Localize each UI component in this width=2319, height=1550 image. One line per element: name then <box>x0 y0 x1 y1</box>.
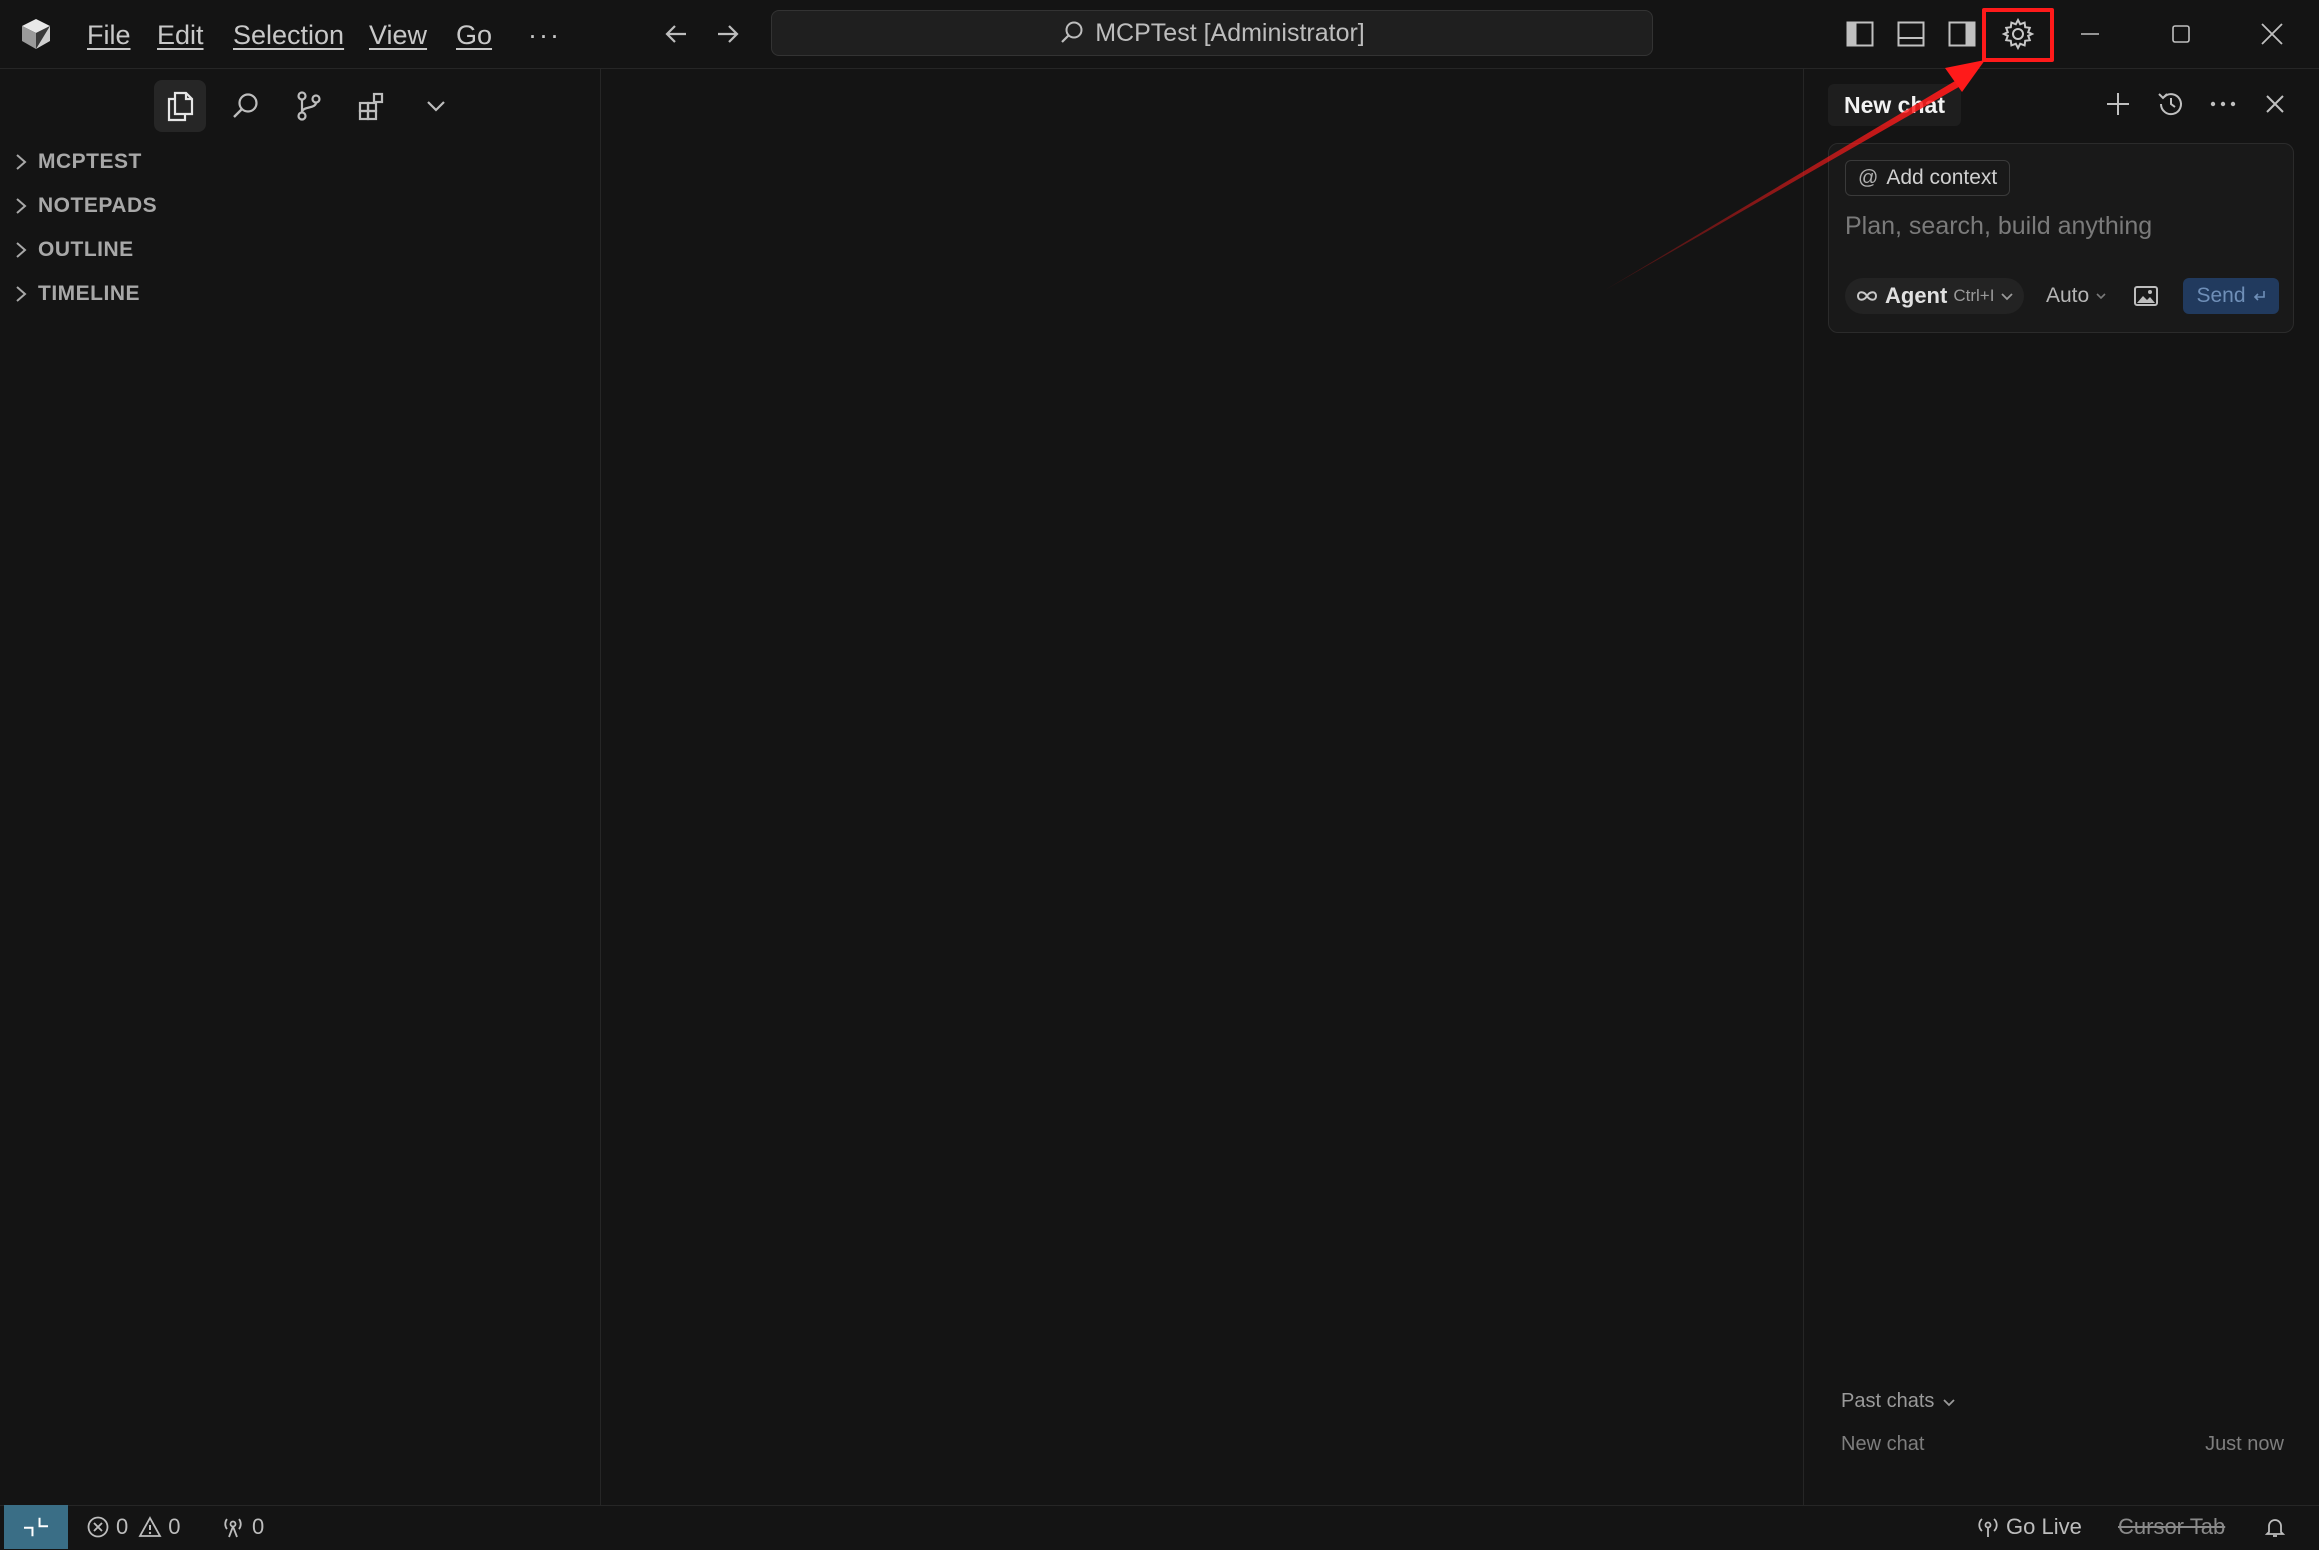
agent-mode-label: Agent <box>1885 283 1948 308</box>
chevron-right-icon <box>14 152 28 172</box>
at-sign-icon: @ <box>1858 166 1879 189</box>
cursor-logo-icon <box>20 18 52 50</box>
cursor-tab-toggle[interactable]: Cursor Tab <box>2118 1512 2225 1542</box>
toggle-secondary-sidebar-icon[interactable] <box>1943 16 1981 52</box>
chat-input-placeholder[interactable]: Plan, search, build anything <box>1845 212 2152 241</box>
ports-count: 0 <box>252 1514 265 1539</box>
source-control-icon[interactable] <box>283 80 335 132</box>
past-chat-time: Just now <box>2205 1433 2284 1455</box>
broadcast-icon <box>220 1515 246 1539</box>
broadcast-icon <box>1976 1515 2000 1539</box>
remote-icon <box>23 1514 49 1540</box>
section-label: OUTLINE <box>38 238 134 261</box>
warning-icon <box>138 1515 162 1539</box>
section-label: TIMELINE <box>38 282 140 305</box>
explorer-files-icon[interactable] <box>154 80 206 132</box>
notifications-bell-icon[interactable] <box>2263 1512 2287 1542</box>
search-box-text: MCPTest [Administrator] <box>1095 18 1365 47</box>
close-window-icon[interactable] <box>2252 16 2292 52</box>
status-bar <box>0 1505 2319 1550</box>
agent-mode-dropdown[interactable]: Agent Ctrl+I <box>1845 278 2025 314</box>
search-activity-icon[interactable] <box>220 80 272 132</box>
cursor-tab-label: Cursor Tab <box>2118 1514 2226 1539</box>
chevron-right-icon <box>14 240 28 260</box>
close-chat-icon[interactable] <box>2257 86 2293 122</box>
chevron-down-icon[interactable] <box>410 80 462 132</box>
maximize-icon[interactable] <box>2161 16 2201 52</box>
toggle-panel-icon[interactable] <box>1892 16 1930 52</box>
problems-indicator[interactable]: 0 0 <box>86 1512 181 1542</box>
menu-view[interactable]: View <box>369 18 427 52</box>
past-chat-item[interactable]: New chat Just now <box>1841 1433 2284 1456</box>
chevron-right-icon <box>14 284 28 304</box>
toggle-primary-sidebar-icon[interactable] <box>1841 16 1879 52</box>
chevron-down-icon <box>1942 1395 1956 1409</box>
send-button[interactable]: Send <box>2183 278 2279 314</box>
agent-mode-shortcut: Ctrl+I <box>1953 286 1995 305</box>
menu-file[interactable]: File <box>87 18 131 52</box>
model-label: Auto <box>2046 284 2090 307</box>
enter-key-icon <box>2252 289 2266 303</box>
add-context-label: Add context <box>1886 166 1998 189</box>
chat-history-icon[interactable] <box>2153 86 2189 122</box>
warning-count: 0 <box>168 1514 181 1539</box>
model-selector[interactable]: Auto <box>2046 278 2107 314</box>
editor-area[interactable] <box>601 69 1802 1505</box>
ports-indicator[interactable]: 0 <box>220 1512 264 1542</box>
section-outline[interactable]: OUTLINE <box>14 232 134 268</box>
menu-selection[interactable]: Selection <box>233 18 344 52</box>
infinity-icon <box>1855 289 1879 303</box>
forward-arrow-icon[interactable] <box>708 16 748 52</box>
section-notepads[interactable]: NOTEPADS <box>14 188 157 224</box>
menu-edit[interactable]: Edit <box>157 18 204 52</box>
go-live-label: Go Live <box>2006 1514 2082 1539</box>
image-upload-icon[interactable] <box>2126 278 2166 314</box>
past-chats-label: Past chats <box>1841 1390 1935 1412</box>
section-mcptest[interactable]: MCPTEST <box>14 144 142 180</box>
send-label: Send <box>2196 284 2246 307</box>
section-label: MCPTEST <box>38 150 142 173</box>
add-context-button[interactable]: @ Add context <box>1845 160 2011 196</box>
extensions-icon[interactable] <box>346 80 398 132</box>
settings-highlight-box <box>1982 8 2054 62</box>
chevron-down-icon <box>2095 290 2107 302</box>
more-options-icon[interactable] <box>2205 86 2241 122</box>
section-timeline[interactable]: TIMELINE <box>14 276 140 312</box>
chevron-down-icon <box>2000 289 2014 303</box>
chat-tab-title[interactable]: New chat <box>1828 84 1961 126</box>
search-icon <box>1059 20 1085 46</box>
minimize-icon[interactable] <box>2070 16 2110 52</box>
past-chats-toggle[interactable]: Past chats <box>1841 1390 1956 1413</box>
command-center-search[interactable]: MCPTest [Administrator] <box>771 10 1653 56</box>
back-arrow-icon[interactable] <box>656 16 696 52</box>
past-chat-title: New chat <box>1841 1433 1925 1455</box>
chevron-right-icon <box>14 196 28 216</box>
menu-more-button[interactable]: ··· <box>528 18 561 52</box>
error-count: 0 <box>116 1514 129 1539</box>
error-icon <box>86 1515 110 1539</box>
menu-go[interactable]: Go <box>456 18 492 52</box>
remote-connection-button[interactable] <box>4 1505 68 1549</box>
section-label: NOTEPADS <box>38 194 158 217</box>
new-chat-plus-icon[interactable] <box>2100 86 2136 122</box>
go-live-button[interactable]: Go Live <box>1976 1512 2082 1542</box>
